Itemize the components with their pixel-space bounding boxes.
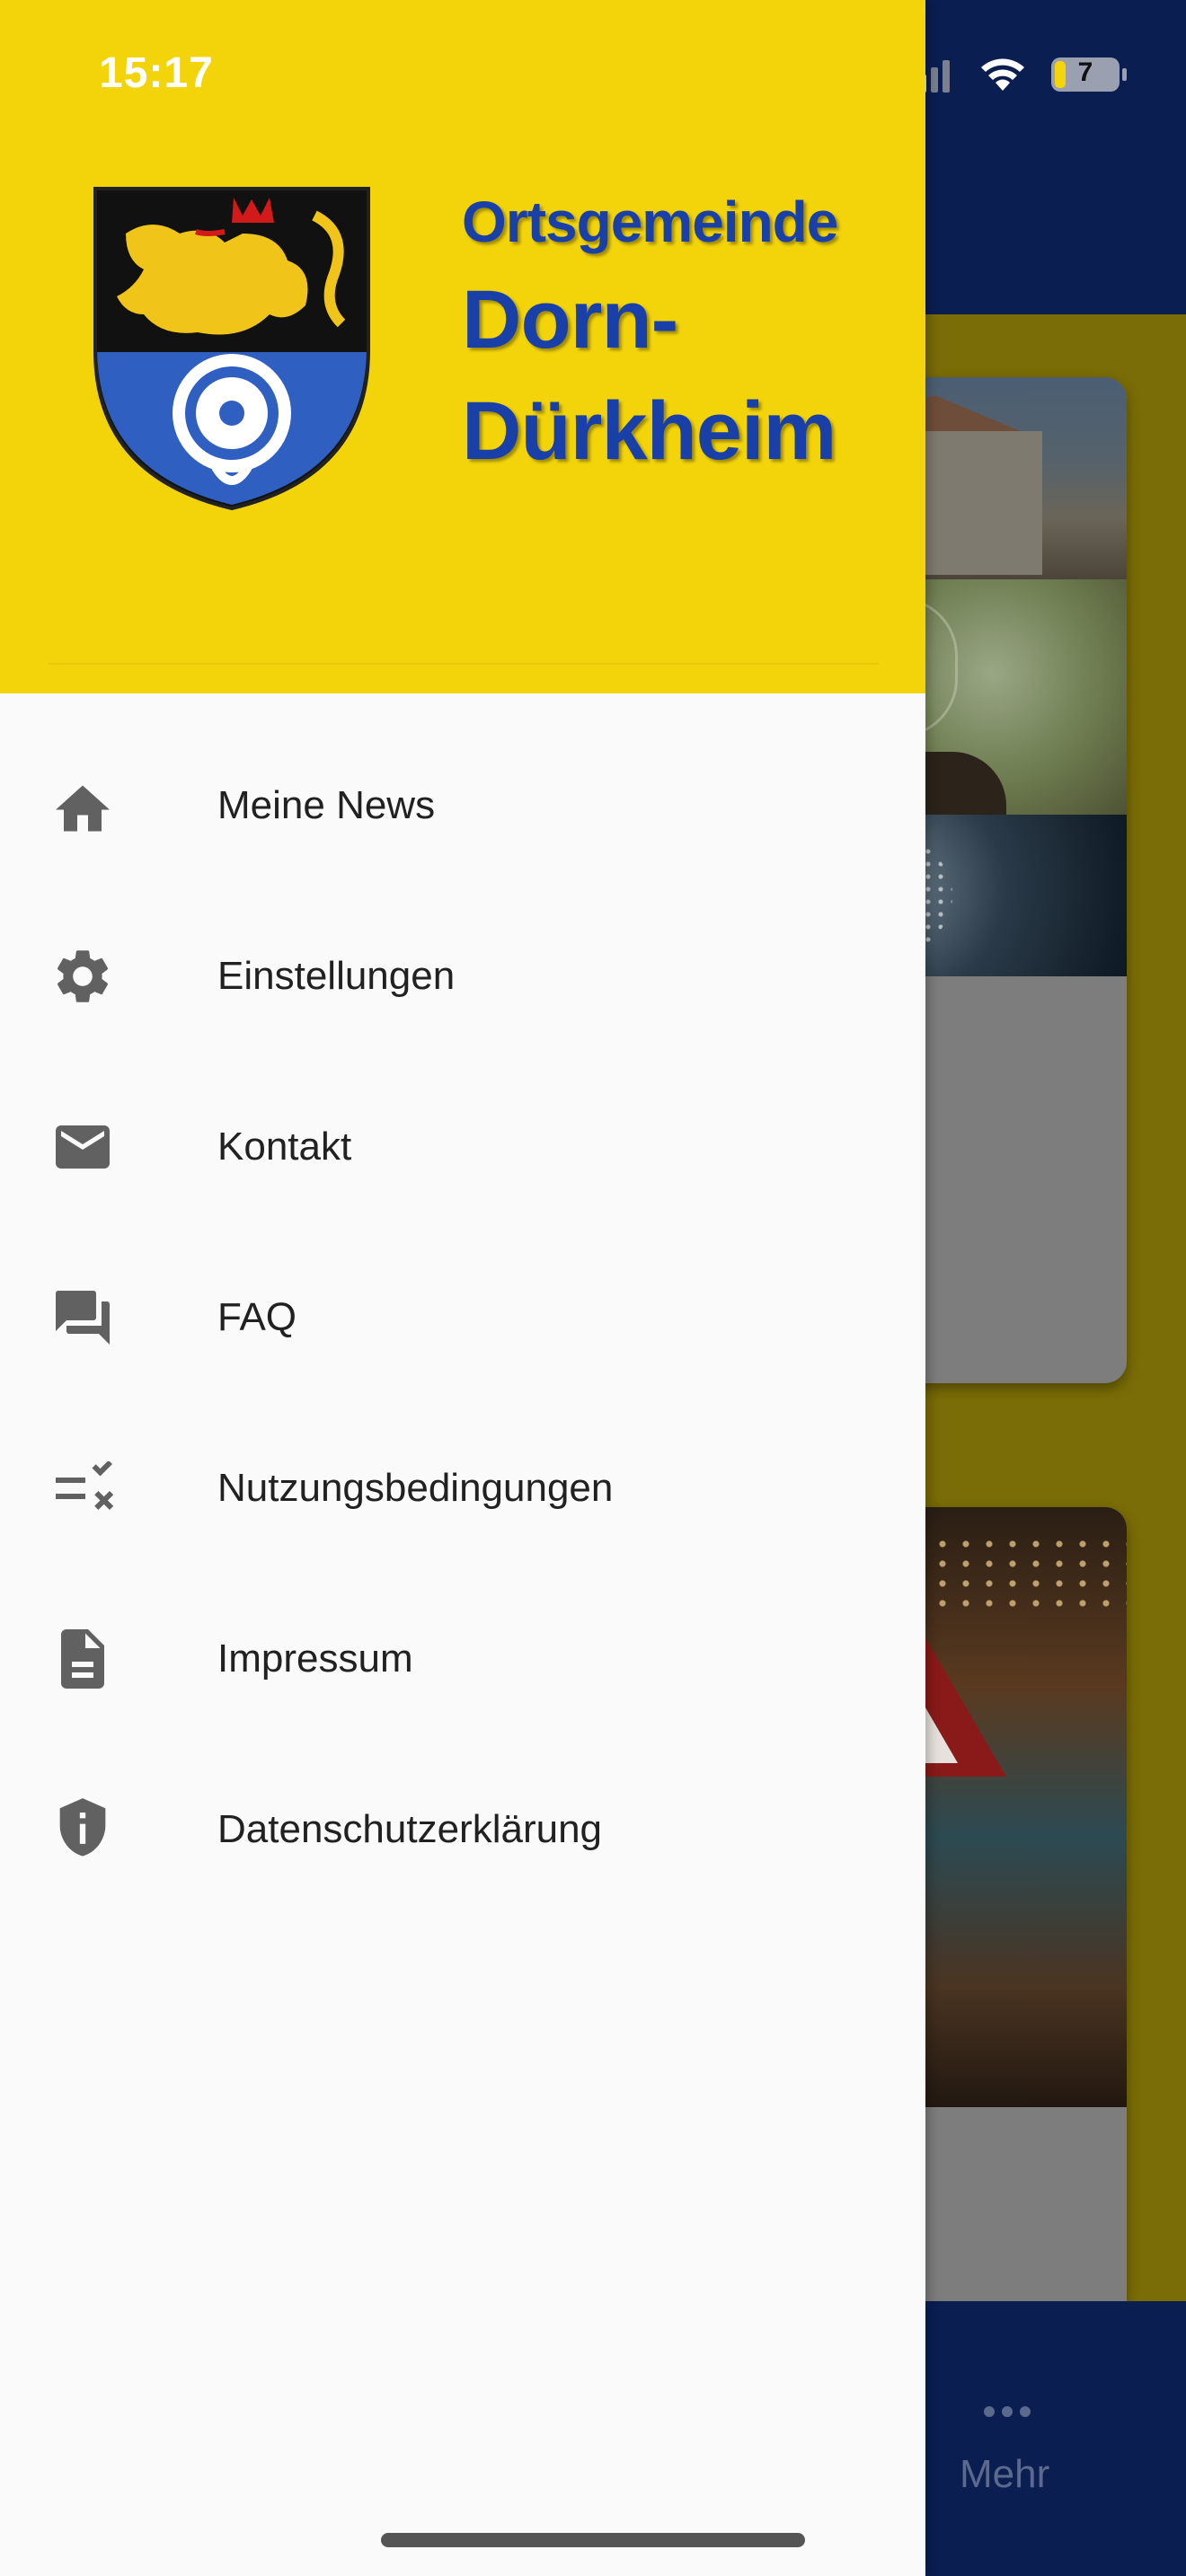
menu-item-nutzungsbedingungen[interactable]: Nutzungsbedingungen (0, 1403, 925, 1574)
menu-item-label: Impressum (217, 1636, 413, 1681)
brand-title: Ortsgemeinde Dorn- Dürkheim (462, 189, 838, 487)
more-icon[interactable] (984, 2405, 1038, 2420)
menu-item-label: Einstellungen (217, 954, 456, 998)
header-divider (49, 663, 879, 665)
home-icon (49, 772, 117, 840)
bottom-nav-more-label[interactable]: Mehr (960, 2452, 1049, 2497)
forum-icon (49, 1284, 117, 1352)
menu-item-label: FAQ (217, 1295, 297, 1339)
brand-name-line2: Dürkheim (462, 385, 836, 477)
menu-item-impressum[interactable]: Impressum (0, 1574, 925, 1744)
menu-item-datenschutzerklaerung[interactable]: Datenschutzerklärung (0, 1744, 925, 1915)
brand-subtitle: Ortsgemeinde (462, 190, 838, 254)
rule-icon (49, 1454, 117, 1522)
status-bar-indicators: 7 (907, 50, 1127, 99)
coat-of-arms-logo (93, 187, 370, 511)
shield-info-icon (49, 1795, 117, 1864)
menu-item-label: Meine News (217, 783, 436, 827)
menu-item-label: Kontakt (217, 1125, 352, 1169)
gear-icon (49, 942, 117, 1010)
drawer-header: 15:17 Ortsgemeinde Dorn- Dürkheim (0, 0, 925, 693)
mail-icon (49, 1113, 117, 1181)
wifi-icon (981, 58, 1024, 91)
menu-item-meine-news[interactable]: Meine News (0, 720, 925, 891)
brand-name-line1: Dorn- (462, 274, 678, 366)
status-time: 15:17 (99, 49, 214, 97)
battery-icon: 7 (1051, 57, 1127, 92)
home-indicator[interactable] (381, 2533, 805, 2547)
menu-item-faq[interactable]: FAQ (0, 1232, 925, 1403)
menu-item-kontakt[interactable]: Kontakt (0, 1062, 925, 1232)
menu-item-einstellungen[interactable]: Einstellungen (0, 891, 925, 1062)
battery-level: 7 (1077, 57, 1093, 87)
drawer-menu: Meine News Einstellungen Kontakt FAQ Nut… (0, 720, 925, 1915)
document-icon (49, 1625, 117, 1693)
navigation-drawer: 15:17 Ortsgemeinde Dorn- Dürkheim Meine … (0, 0, 925, 2576)
menu-item-label: Nutzungsbedingungen (217, 1466, 614, 1510)
menu-item-label: Datenschutzerklärung (217, 1807, 603, 1851)
